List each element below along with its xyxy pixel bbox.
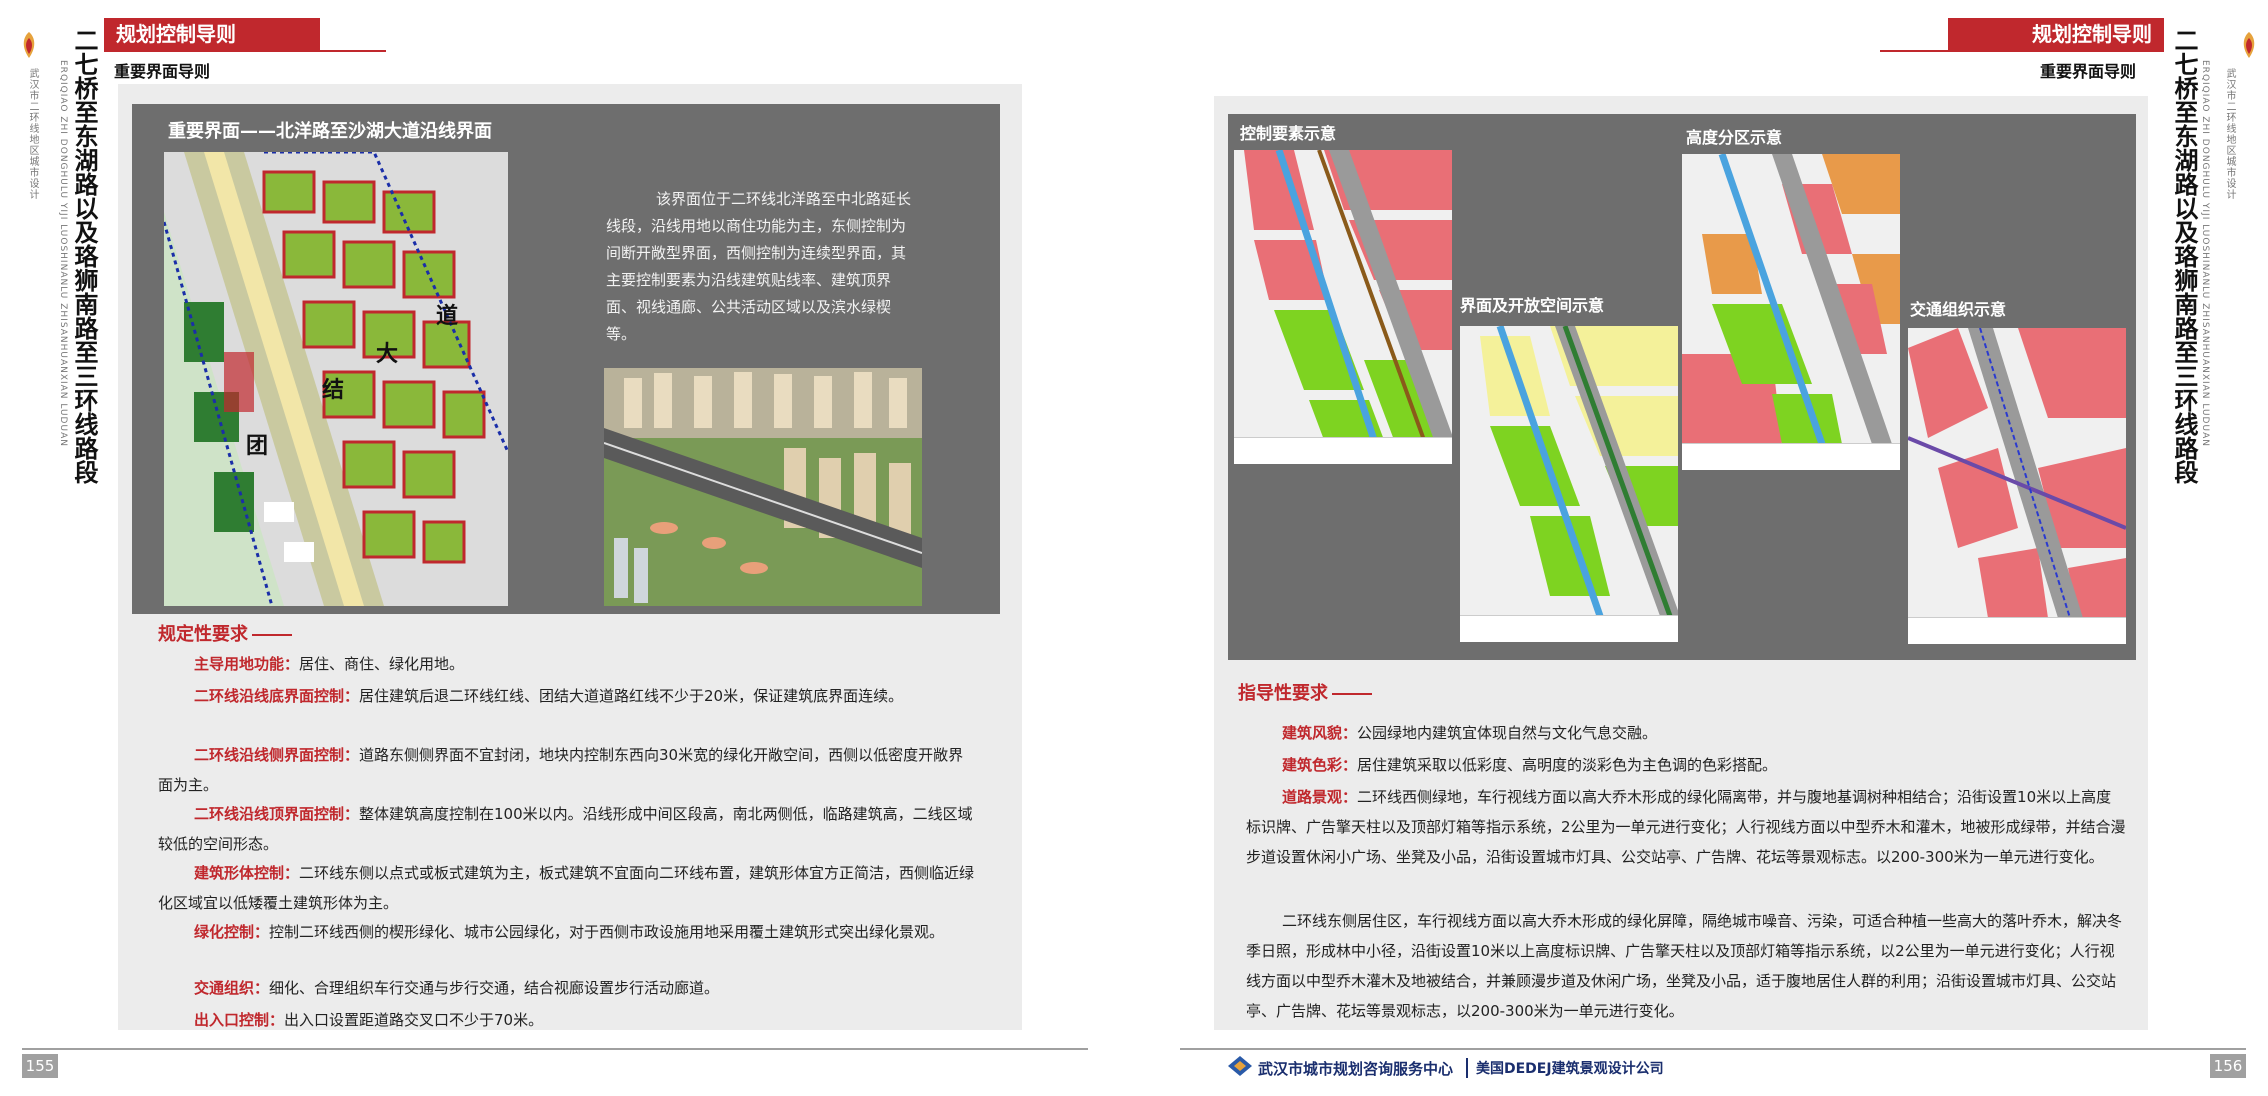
requirement-item: 建筑形体控制：二环线东侧以点式或板式建筑为主，板式建筑不宜面向二环线布置，建筑形… bbox=[158, 864, 975, 912]
page-header: 规划控制导则 bbox=[104, 18, 320, 50]
requirement-item: 出入口控制：出入口设置距道路交叉口不少于70米。 bbox=[194, 1011, 544, 1029]
header-rule bbox=[1880, 50, 2164, 52]
guidance-item: 道路景观：二环线西侧绿地，车行视线方面以高大乔木形成的绿化隔离带，并与腹地基调树… bbox=[1246, 788, 2126, 866]
page-number: 156 bbox=[2210, 1054, 2246, 1078]
requirement-item: 主导用地功能：居住、商住、绿化用地。 bbox=[194, 655, 465, 673]
spine-subtitle: 武汉市二环线地区城市设计 bbox=[27, 68, 38, 200]
control-elements-map bbox=[1234, 150, 1452, 464]
footer-org-primary: 武汉市城市规划咨询服务中心 bbox=[1258, 1060, 1454, 1078]
map-legend bbox=[1908, 617, 2126, 644]
diagram-title: 交通组织示意 bbox=[1910, 300, 2007, 319]
interface-open-space-map bbox=[1460, 326, 1678, 642]
diagram-title: 高度分区示意 bbox=[1686, 128, 1783, 147]
panel-title: 重要界面——北洋路至沙湖大道沿线界面 bbox=[168, 121, 492, 142]
spine-title: 二七桥至东湖路以及珞狮南路至三环线路段 bbox=[2170, 28, 2198, 484]
map-label-jie: 结 bbox=[322, 378, 345, 403]
section-title-guidance: 指导性要求 bbox=[1238, 679, 1372, 705]
map-label-dao: 道 bbox=[436, 304, 459, 329]
height-zoning-map bbox=[1682, 154, 1900, 470]
interface-description: 该界面位于二环线北洋路至中北路延长线段，沿线用地以商住功能为主，东侧控制为间断开… bbox=[606, 190, 912, 343]
traffic-organization-map bbox=[1908, 328, 2126, 644]
page-subheader: 重要界面导则 bbox=[2040, 62, 2137, 81]
footer-logo-icon bbox=[1226, 1054, 1254, 1082]
footer-rule bbox=[1180, 1048, 2246, 1050]
requirement-item: 二环线沿线侧界面控制：道路东侧侧界面不宜封闭，地块内控制东西向30米宽的绿化开敞… bbox=[158, 746, 964, 794]
requirement-item: 交通组织：细化、合理组织车行交通与步行交通，结合视廊设置步行活动廊道。 bbox=[194, 979, 720, 997]
map-label-tuan: 团 bbox=[246, 434, 269, 459]
page-subheader: 重要界面导则 bbox=[114, 62, 211, 81]
header-rule bbox=[104, 50, 386, 52]
spine-title: 二七桥至东湖路以及珞狮南路至三环线路段 bbox=[70, 28, 98, 484]
requirement-item: 二环线沿线顶界面控制：整体建筑高度控制在100米以内。沿线形成中间区段高，南北两… bbox=[158, 805, 973, 853]
footer-org-secondary: 美国DEDEJ建筑景观设计公司 bbox=[1476, 1061, 1664, 1077]
city-logo-icon bbox=[2238, 30, 2260, 60]
footer-divider bbox=[1466, 1058, 1468, 1078]
page-number: 155 bbox=[22, 1054, 58, 1078]
requirement-item: 二环线沿线底界面控制：居住建筑后退二环线红线、团结大道道路红线不少于20米，保证… bbox=[194, 687, 904, 705]
spine-pinyin: ERQIQIAO ZHI DONGHULU YIJI LUOSHINANLU Z… bbox=[58, 60, 68, 447]
map-legend bbox=[1460, 615, 1678, 642]
requirement-item: 绿化控制：控制二环线西侧的楔形绿化、城市公园绿化，对于西侧市政设施用地采用覆土建… bbox=[194, 923, 945, 941]
map-label-da: 大 bbox=[376, 342, 399, 367]
spine-subtitle: 武汉市二环线地区城市设计 bbox=[2224, 68, 2235, 200]
section-title-mandatory: 规定性要求 bbox=[158, 620, 292, 646]
page-header: 规划控制导则 bbox=[1948, 18, 2164, 50]
diagram-title: 控制要素示意 bbox=[1240, 124, 1337, 143]
city-logo-icon bbox=[18, 30, 40, 60]
footer-rule bbox=[22, 1048, 1088, 1050]
spine-pinyin: ERQIQIAO ZHI DONGHULU YIJI LUOSHINANLU Z… bbox=[2200, 60, 2210, 447]
aerial-rendering-image bbox=[604, 368, 922, 606]
map-legend bbox=[1682, 443, 1900, 470]
map-legend bbox=[1234, 437, 1452, 464]
guidance-paragraph: 二环线东侧居住区，车行视线方面以高大乔木形成的绿化屏障，隔绝城市噪音、污染，可适… bbox=[1246, 912, 2123, 1020]
guidance-item: 建筑风貌：公园绿地内建筑宜体现自然与文化气息交融。 bbox=[1282, 724, 1658, 742]
guidance-item: 建筑色彩：居住建筑采取以低彩度、高明度的淡彩色为主色调的色彩搭配。 bbox=[1282, 756, 1778, 774]
diagram-title: 界面及开放空间示意 bbox=[1460, 296, 1605, 315]
